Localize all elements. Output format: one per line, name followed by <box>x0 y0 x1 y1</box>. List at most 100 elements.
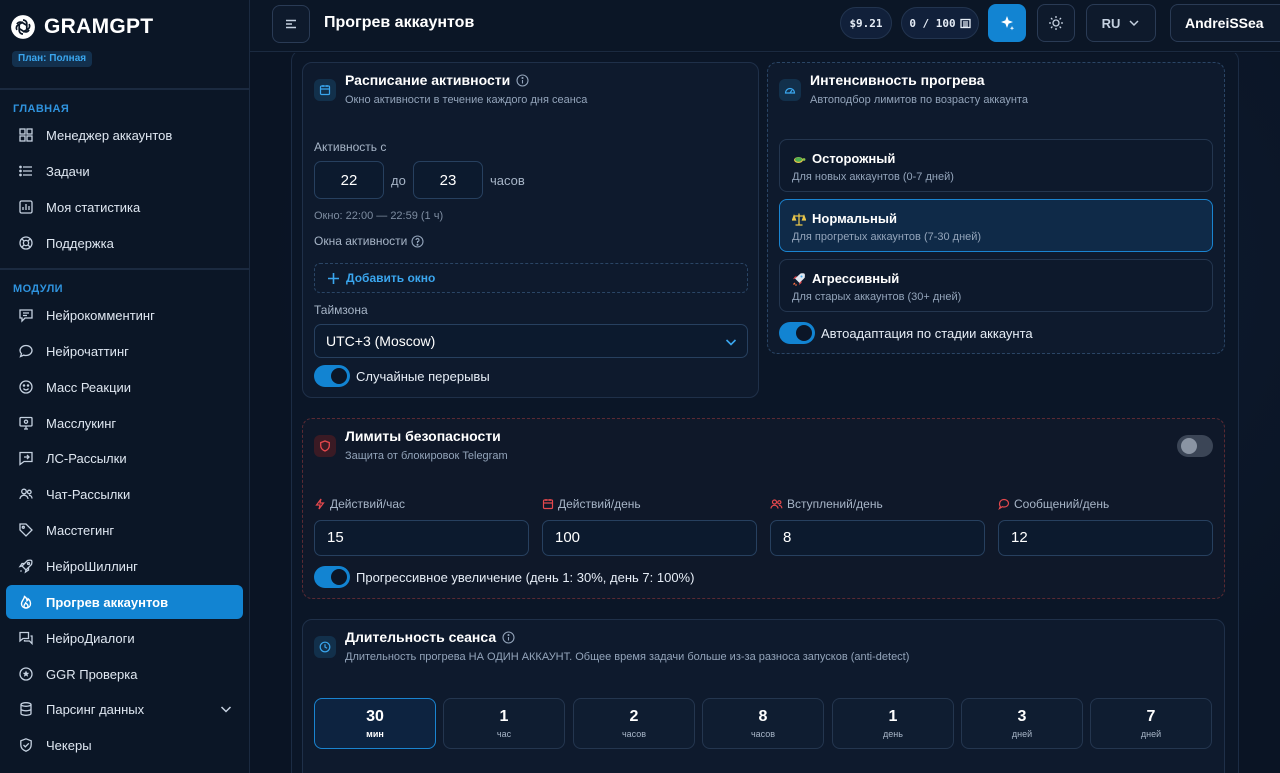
user-menu-button[interactable]: AndreiSSea <box>1170 4 1280 42</box>
sidebar-item-neurochatting[interactable]: Нейрочаттинг <box>6 334 243 368</box>
info-icon[interactable] <box>516 73 529 87</box>
divider <box>0 268 250 270</box>
language-select[interactable]: RU <box>1086 4 1156 42</box>
sidebar-item-masslooking[interactable]: Масслукинг <box>6 406 243 440</box>
sidebar-item-statistics[interactable]: Моя статистика <box>6 190 243 224</box>
level-option-normal[interactable]: Нормальный Для прогретых аккаунтов (7-30… <box>779 199 1213 252</box>
duration-option-7d[interactable]: 7 дней <box>1090 698 1212 749</box>
field-label-text: Вступлений/день <box>787 497 883 511</box>
help-icon[interactable] <box>411 234 424 248</box>
duration-unit: дней <box>1011 729 1033 739</box>
sidebar-item-dm-mailing[interactable]: ЛС-Рассылки <box>6 441 243 475</box>
page-title: Прогрев аккаунтов <box>324 14 475 31</box>
ai-assistant-button[interactable] <box>988 4 1026 42</box>
sidebar-item-label: Нейрокомментинг <box>46 307 155 323</box>
level-title: Нормальный <box>792 211 897 226</box>
sidebar-item-support[interactable]: Поддержка <box>6 226 243 260</box>
duration-unit: часов <box>621 729 647 739</box>
sidebar-item-ggr-check[interactable]: GGR Проверка <box>6 657 243 691</box>
sidebar-item-checkers[interactable]: Чекеры <box>6 728 243 762</box>
sidebar-item-tasks[interactable]: Задачи <box>6 154 243 188</box>
duration-unit: мин <box>366 729 384 739</box>
intensity-subtitle: Автоподбор лимитов по возрасту аккаунта <box>810 94 1028 106</box>
rocket-icon <box>18 559 33 574</box>
level-title-text: Нормальный <box>812 211 897 226</box>
random-breaks-toggle[interactable] <box>314 365 350 387</box>
duration-value: 30 <box>366 708 384 725</box>
duration-unit: часов <box>750 729 776 739</box>
level-desc: Для прогретых аккаунтов (7-30 дней) <box>792 231 982 243</box>
theme-toggle-button[interactable] <box>1037 4 1075 42</box>
limits-enable-toggle[interactable] <box>1177 435 1213 457</box>
sidebar-item-chat-mailing[interactable]: Чат-Рассылки <box>6 477 243 511</box>
grid-icon <box>19 128 33 142</box>
brand[interactable]: GRAMGPT <box>10 14 153 40</box>
actions-per-day-input[interactable]: 100 <box>542 520 757 556</box>
progressive-increase-toggle[interactable] <box>314 566 350 588</box>
sidebar-item-account-warmup[interactable]: Прогрев аккаунтов <box>6 585 243 619</box>
sidebar-item-data-parsing[interactable]: Парсинг данных <box>6 692 243 726</box>
duration-value: 1 <box>499 708 509 725</box>
duration-value: 1 <box>888 708 898 725</box>
chat-bubble-icon <box>998 498 1010 510</box>
joins-per-day-input[interactable]: 8 <box>770 520 985 556</box>
duration-option-1h[interactable]: 1 час <box>443 698 565 749</box>
info-icon[interactable] <box>502 630 515 644</box>
duration-option-1d[interactable]: 1 день <box>832 698 954 749</box>
level-option-aggressive[interactable]: Агрессивный Для старых аккаунтов (30+ дн… <box>779 259 1213 312</box>
duration-value: 8 <box>758 708 768 725</box>
window-hint: Окно: 22:00 — 22:59 (1 ч) <box>314 210 444 222</box>
sidebar-item-label: Моя статистика <box>46 199 141 215</box>
duration-unit: час <box>496 729 512 739</box>
plan-badge: План: Полная <box>12 51 93 67</box>
gauge-icon <box>779 79 801 101</box>
schedule-card: Расписание активности Окно активности в … <box>302 62 759 398</box>
duration-option-8h[interactable]: 8 часов <box>702 698 824 749</box>
intensity-title: Интенсивность прогрева <box>810 72 985 88</box>
balance-badge[interactable]: $9.21 <box>840 7 892 39</box>
activity-from-label: Активность с <box>314 140 387 154</box>
add-window-button[interactable]: Добавить окно <box>314 263 748 293</box>
auto-adapt-toggle[interactable] <box>779 322 815 344</box>
duration-option-30min[interactable]: 30 мин <box>314 698 436 749</box>
sidebar-item-accounts[interactable]: Менеджер аккаунтов <box>6 118 243 152</box>
activity-from-input[interactable]: 22 <box>314 161 384 199</box>
chart-icon <box>19 200 33 214</box>
sidebar-item-label: Масс Реакции <box>46 379 132 395</box>
level-desc: Для старых аккаунтов (30+ дней) <box>792 291 962 303</box>
menu-toggle-button[interactable] <box>272 5 310 43</box>
sidebar-item-masstagging[interactable]: Масстегинг <box>6 513 243 547</box>
sidebar-item-neuroshilling[interactable]: НейроШиллинг <box>6 549 243 583</box>
level-option-careful[interactable]: Осторожный Для новых аккаунтов (0-7 дней… <box>779 139 1213 192</box>
users-icon <box>19 488 33 500</box>
level-title-text: Осторожный <box>812 151 896 166</box>
language-value: RU <box>1101 15 1121 31</box>
sidebar-item-label: Масслукинг <box>46 415 117 431</box>
main-content: Расписание активности Окно активности в … <box>250 53 1280 773</box>
database-icon <box>20 702 32 716</box>
list-icon <box>19 165 32 177</box>
sidebar-item-label: Чат-Рассылки <box>46 486 131 502</box>
section-title-main: ГЛАВНАЯ <box>13 103 70 115</box>
sidebar-item-neurocommenting[interactable]: Нейрокомментинг <box>6 298 243 332</box>
sidebar-item-label: Поддержка <box>46 235 114 251</box>
chevron-down-icon[interactable] <box>219 702 233 716</box>
sidebar-item-mass-reactions[interactable]: Масс Реакции <box>6 370 243 404</box>
duration-option-2h[interactable]: 2 часов <box>573 698 695 749</box>
quota-badge[interactable]: 0 / 100 <box>901 7 979 39</box>
sparkle-icon <box>1001 16 1015 31</box>
sidebar-item-label: Чекеры <box>46 737 92 753</box>
duration-option-3d[interactable]: 3 дней <box>961 698 1083 749</box>
messages-per-day-input[interactable]: 12 <box>998 520 1213 556</box>
sidebar-item-neurodialogs[interactable]: НейроДиалоги <box>6 621 243 655</box>
sidebar-item-label: НейроШиллинг <box>46 558 138 574</box>
field-label-text: Сообщений/день <box>1014 497 1110 511</box>
duration-subtitle: Длительность прогрева НА ОДИН АККАУНТ. О… <box>345 651 910 663</box>
timezone-select[interactable]: UTC+3 (Moscow) <box>314 324 748 358</box>
duration-unit: дней <box>1140 729 1162 739</box>
actions-per-hour-input[interactable]: 15 <box>314 520 529 556</box>
add-window-label: Добавить окно <box>346 271 436 285</box>
duration-value: 3 <box>1017 708 1027 725</box>
sidebar-item-label: Прогрев аккаунтов <box>46 594 169 610</box>
activity-to-input[interactable]: 23 <box>413 161 483 199</box>
